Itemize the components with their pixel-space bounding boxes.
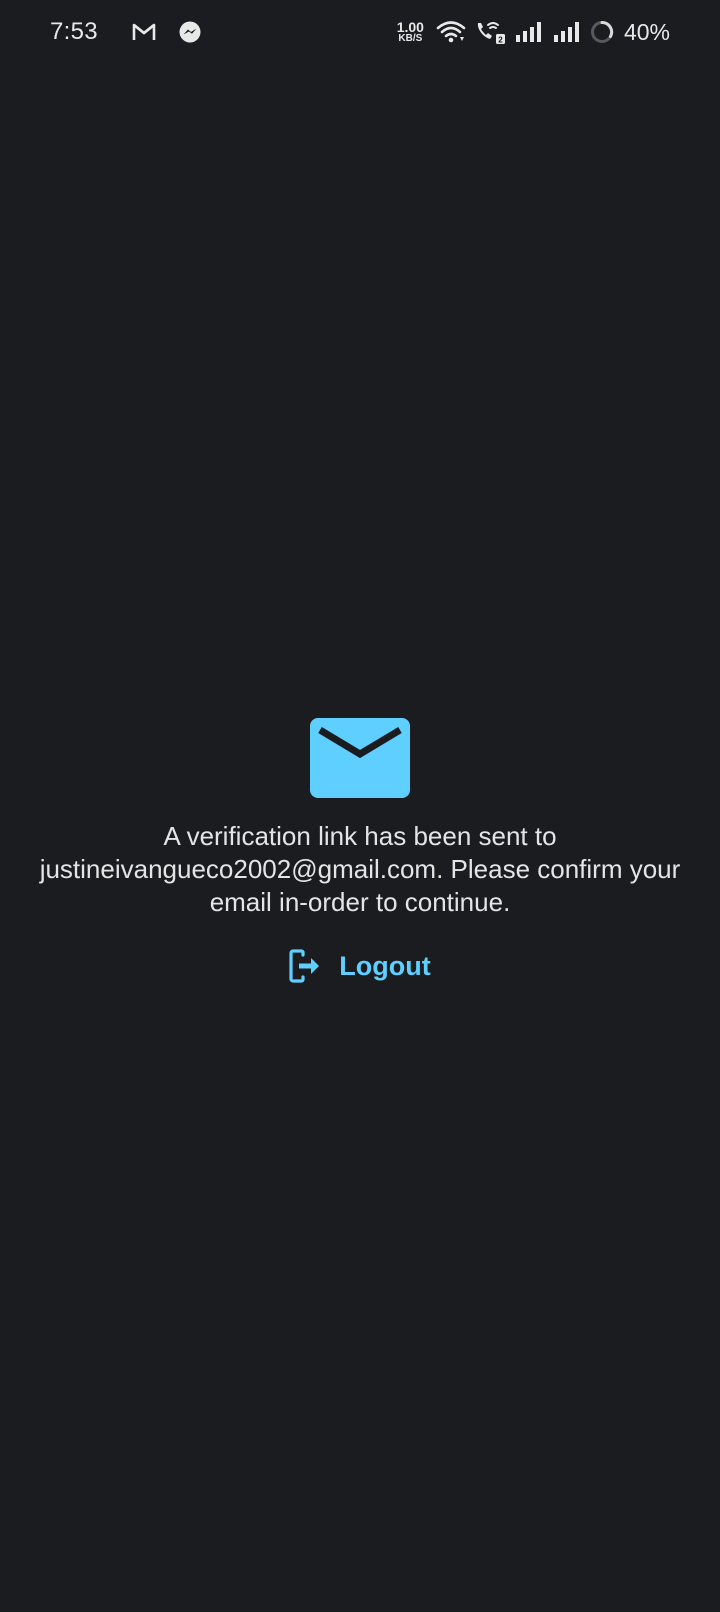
network-speed-unit: KB/S	[398, 33, 423, 44]
mail-icon	[310, 718, 410, 798]
status-right: 1.00 KB/S 2 40%	[397, 19, 670, 46]
signal-2-icon	[552, 21, 582, 43]
verification-message: A verification link has been sent to jus…	[39, 821, 681, 917]
gmail-icon	[132, 22, 156, 42]
wifi-icon	[436, 20, 466, 44]
svg-text:2: 2	[498, 36, 503, 45]
wifi-calling-icon: 2	[474, 19, 506, 45]
verification-panel: A verification link has been sent to jus…	[0, 718, 720, 989]
signal-1-icon	[514, 21, 544, 43]
messenger-icon	[178, 20, 202, 44]
status-bar: 7:53 1.00 KB/S 2 40%	[0, 0, 720, 64]
logout-label: Logout	[339, 950, 431, 981]
network-speed-value: 1.00	[396, 19, 424, 35]
battery-ring-icon	[590, 20, 614, 44]
status-time: 7:53	[50, 18, 98, 45]
logout-icon	[289, 949, 321, 983]
battery-percent: 40%	[623, 18, 670, 45]
status-left: 7:53	[50, 18, 202, 46]
verify-email-screen: 7:53 1.00 KB/S 2 40% A verification link…	[0, 0, 720, 1612]
network-speed: 1.00 KB/S	[397, 20, 424, 44]
logout-button[interactable]: Logout	[279, 943, 440, 989]
